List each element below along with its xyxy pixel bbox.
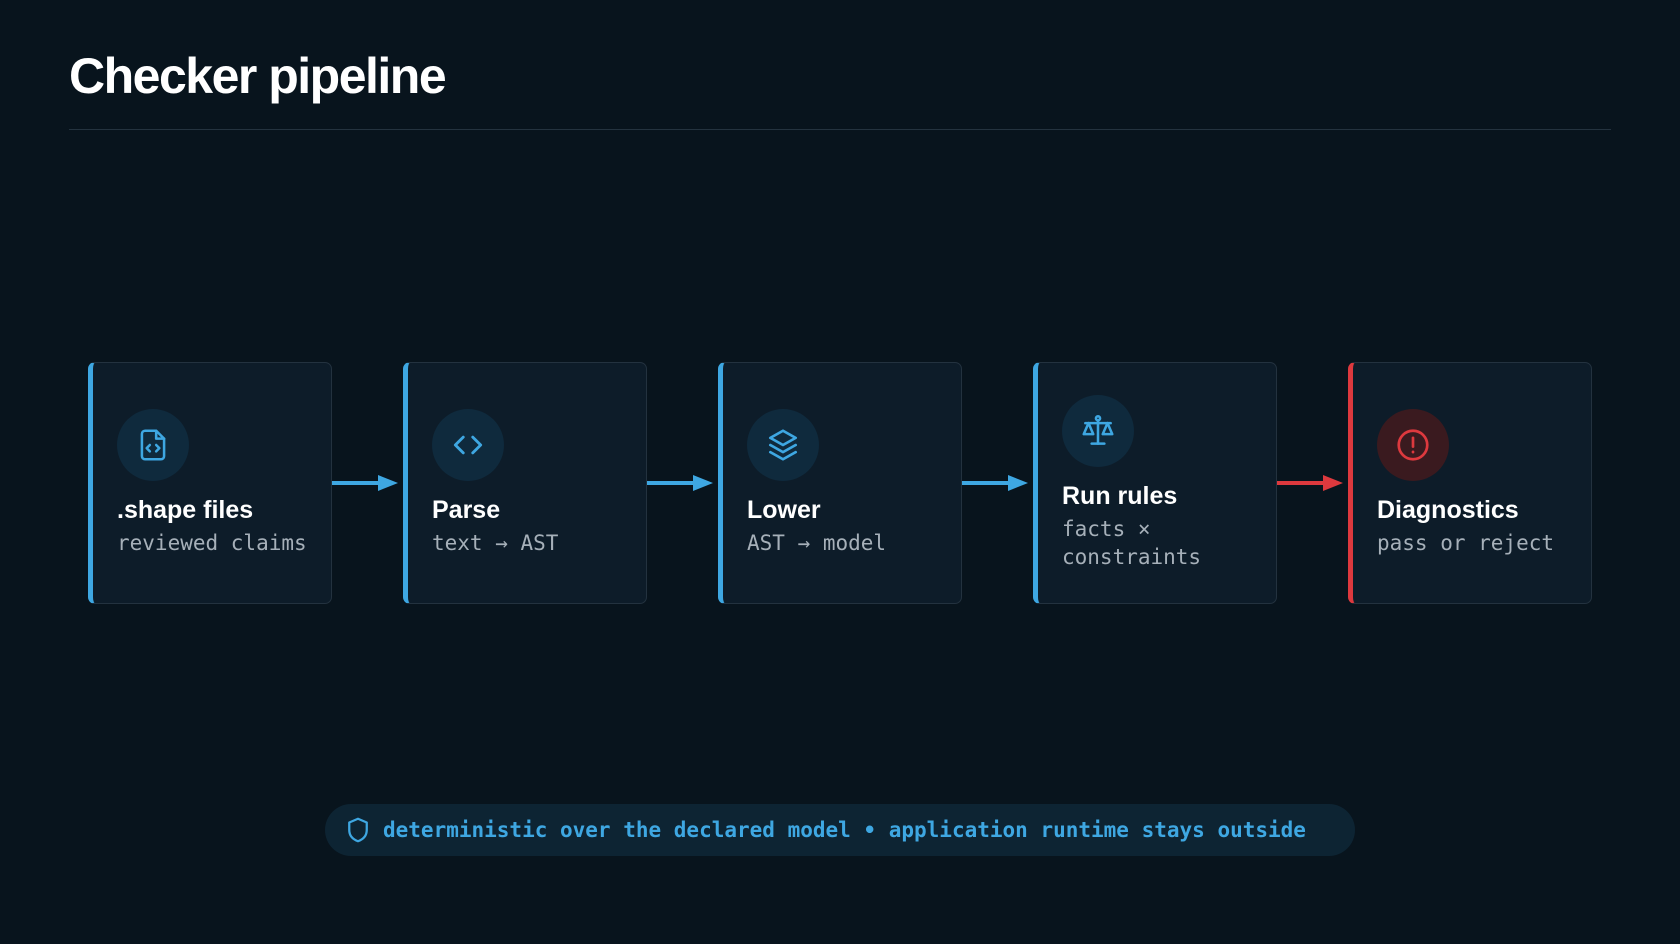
footer-text: deterministic over the declared model • … <box>383 818 1306 842</box>
step-title: .shape files <box>117 496 254 524</box>
scale-icon <box>1062 395 1134 467</box>
shield-icon <box>343 815 373 845</box>
layers-icon <box>747 409 819 481</box>
step-title: Diagnostics <box>1377 496 1519 524</box>
code-brackets-icon <box>432 409 504 481</box>
step-card-parse: Parse text → AST <box>403 362 647 604</box>
step-subtitle: AST → model <box>747 531 887 555</box>
title-divider <box>69 129 1611 130</box>
flow-arrow <box>647 475 713 491</box>
step-subtitle: facts × constraints <box>1062 517 1202 569</box>
flow-arrow <box>962 475 1028 491</box>
step-subtitle: reviewed claims <box>117 531 307 555</box>
step-title: Lower <box>747 496 821 524</box>
footer-note: deterministic over the declared model • … <box>325 804 1355 856</box>
page-title: Checker pipeline <box>69 48 447 104</box>
step-subtitle: text → AST <box>432 531 559 555</box>
step-title: Parse <box>432 496 501 524</box>
step-subtitle: pass or reject <box>1377 531 1555 555</box>
step-title: Run rules <box>1062 482 1178 510</box>
step-card-shape-files: .shape files reviewed claims <box>88 362 332 604</box>
step-card-lower: Lower AST → model <box>718 362 962 604</box>
flow-arrow-error <box>1277 475 1343 491</box>
alert-circle-icon <box>1377 409 1449 481</box>
step-card-run-rules: Run rules facts × constraints <box>1033 362 1277 604</box>
file-code-icon <box>117 409 189 481</box>
step-card-diagnostics: Diagnostics pass or reject <box>1348 362 1592 604</box>
flow-arrow <box>332 475 398 491</box>
